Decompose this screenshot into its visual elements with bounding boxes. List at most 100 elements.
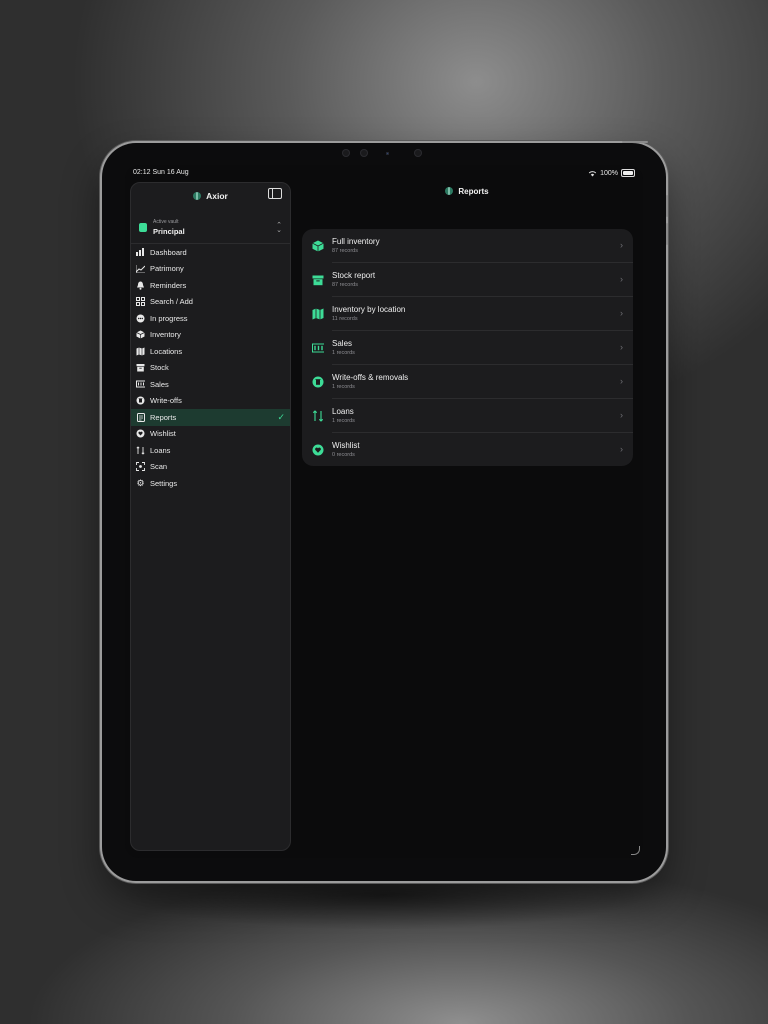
sidebar-item-label: Patrimony: [150, 264, 184, 274]
sidebar-item-settings[interactable]: ⚙ Settings: [131, 475, 290, 492]
reports-list: Full inventory 87 records › Stock report…: [302, 229, 633, 466]
page-title-bar: Reports: [291, 183, 643, 199]
report-title: Wishlist: [332, 441, 360, 450]
sidebar-item-label: Stock: [150, 363, 169, 373]
viewfinder-icon: [136, 462, 145, 472]
document-icon: [136, 412, 145, 422]
report-count: 11 records: [332, 316, 358, 322]
led-icon: [386, 152, 389, 155]
app-logo-icon: [445, 187, 454, 195]
sidebar-item-dashboard[interactable]: Dashboard: [131, 244, 290, 261]
bell-icon: [136, 281, 145, 290]
sidebar-item-patrimony[interactable]: Patrimony: [131, 261, 290, 278]
sidebar-item-label: Scan: [150, 462, 168, 472]
sidebar-item-label: Wishlist: [150, 429, 176, 439]
status-bar: 02:12 Sun 16 Aug 100%: [133, 169, 635, 181]
sidebar-item-in-progress[interactable]: In progress: [131, 310, 290, 327]
trash-circle-icon: [136, 396, 145, 405]
trash-circle-icon: [312, 376, 324, 388]
sidebar-item-label: Sales: [150, 379, 169, 389]
sidebar-toggle-icon[interactable]: [268, 188, 282, 199]
map-icon: [136, 347, 145, 356]
sidebar-item-label: Reports: [150, 412, 177, 422]
report-title: Stock report: [332, 271, 376, 280]
report-count: 1 records: [332, 384, 355, 390]
archive-box-icon: [136, 363, 145, 372]
screen: 02:12 Sun 16 Aug 100% Axior Active vault…: [125, 165, 643, 858]
ipad-device: 02:12 Sun 16 Aug 100% Axior Active vault…: [102, 141, 668, 881]
report-title: Sales: [332, 339, 353, 348]
sidebar-item-label: Locations: [150, 346, 183, 356]
report-row-sales[interactable]: Sales 1 records ›: [302, 331, 633, 365]
report-count: 87 records: [332, 248, 358, 254]
report-count: 1 records: [332, 350, 355, 356]
cube-icon: [312, 240, 324, 252]
status-right: 100%: [588, 169, 635, 177]
sidebar-item-loans[interactable]: Loans: [131, 442, 290, 459]
report-row-inventory-by-location[interactable]: Inventory by location 11 records ›: [302, 297, 633, 331]
report-title: Inventory by location: [332, 305, 406, 314]
chevron-right-icon: ›: [620, 410, 623, 420]
sidebar-item-label: Dashboard: [150, 247, 187, 257]
sidebar-item-inventory[interactable]: Inventory: [131, 327, 290, 344]
status-time: 02:12 Sun 16 Aug: [133, 169, 189, 176]
sidebar: Axior Active vault Principal ⌃ ⌄ Dashboar…: [130, 182, 291, 851]
sidebar-item-scan[interactable]: Scan: [131, 459, 290, 476]
battery-icon: [621, 169, 635, 177]
report-row-wishlist[interactable]: Wishlist 0 records ›: [302, 433, 633, 466]
line-chart-icon: [136, 264, 145, 273]
camera-icon: [342, 149, 350, 157]
report-count: 0 records: [332, 452, 355, 458]
sensor-icon: [360, 149, 368, 157]
report-row-stock-report[interactable]: Stock report 87 records ›: [302, 263, 633, 297]
page-title: Reports: [458, 186, 489, 196]
camera-icon: [414, 149, 422, 157]
archive-box-icon: [312, 274, 324, 286]
chevron-right-icon: ›: [620, 376, 623, 386]
report-row-loans[interactable]: Loans 1 records ›: [302, 399, 633, 433]
heart-circle-icon: [312, 444, 324, 456]
sidebar-item-label: Reminders: [150, 280, 187, 290]
sidebar-item-label: Inventory: [150, 330, 181, 340]
sidebar-item-label: In progress: [150, 313, 188, 323]
sidebar-item-label: Settings: [150, 478, 178, 488]
banknote-icon: [312, 342, 324, 354]
sidebar-item-reports[interactable]: Reports ✓: [131, 409, 290, 426]
sidebar-item-wishlist[interactable]: Wishlist: [131, 426, 290, 443]
battery-percent: 100%: [600, 169, 618, 177]
report-row-write-offs[interactable]: Write-offs & removals 1 records ›: [302, 365, 633, 399]
camera-bar: [342, 149, 432, 159]
chevron-right-icon: ›: [620, 240, 623, 250]
volume-down-button: [666, 223, 668, 245]
sidebar-item-stock[interactable]: Stock: [131, 360, 290, 377]
report-row-full-inventory[interactable]: Full inventory 87 records ›: [302, 229, 633, 263]
sidebar-item-search-add[interactable]: Search / Add: [131, 294, 290, 311]
sidebar-item-label: Search / Add: [150, 297, 193, 307]
app-logo-icon: [193, 192, 202, 200]
bar-chart-icon: [136, 248, 145, 257]
chevron-right-icon: ›: [620, 444, 623, 454]
banknote-icon: [136, 380, 145, 389]
report-title: Full inventory: [332, 237, 380, 246]
sidebar-item-write-offs[interactable]: Write-offs: [131, 393, 290, 410]
lock-icon: [139, 223, 147, 232]
volume-up-button: [666, 195, 668, 217]
chevron-updown-icon: ⌃ ⌄: [276, 222, 282, 234]
sidebar-item-label: Write-offs: [150, 396, 182, 406]
heart-circle-icon: [136, 429, 145, 438]
app-title: Axior: [206, 191, 228, 201]
report-title: Loans: [332, 407, 354, 416]
ellipsis-circle-icon: [136, 314, 145, 323]
sidebar-item-reminders[interactable]: Reminders: [131, 277, 290, 294]
chevron-right-icon: ›: [620, 342, 623, 352]
arrows-icon: [136, 446, 145, 455]
grid-icon: [136, 297, 145, 307]
sidebar-item-sales[interactable]: Sales: [131, 376, 290, 393]
arrows-icon: [312, 410, 324, 422]
sidebar-item-locations[interactable]: Locations: [131, 343, 290, 360]
vault-label: Active vault: [153, 219, 179, 225]
top-button: [622, 141, 648, 143]
vault-selector[interactable]: Active vault Principal ⌃ ⌄: [131, 217, 290, 241]
report-count: 87 records: [332, 282, 358, 288]
wifi-icon: [588, 170, 597, 176]
